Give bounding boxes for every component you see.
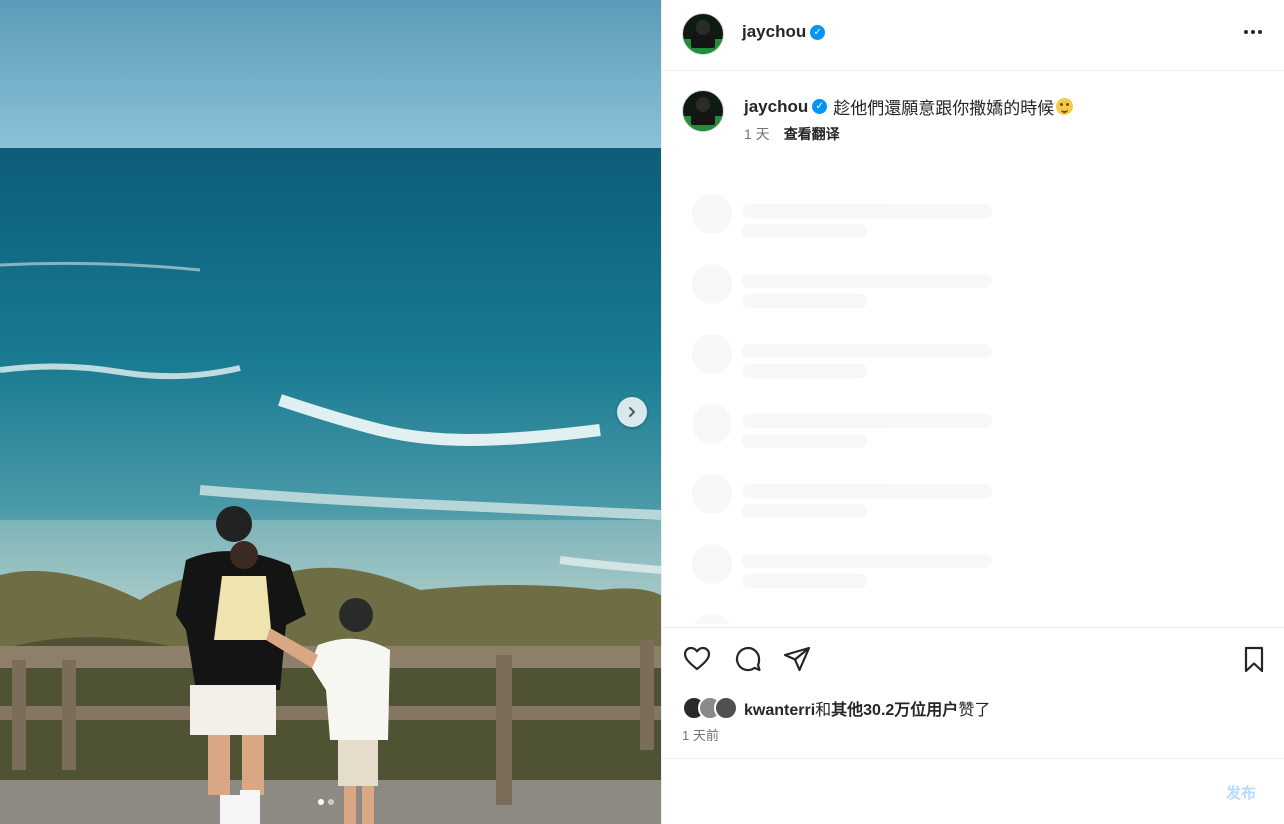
likes-summary[interactable]: kwanterri和其他30.2万位用户赞了 (682, 696, 990, 720)
comment-skeleton (692, 474, 1012, 518)
post-side-panel: jaychou ✓ jaychou ✓ 趁他們還願意跟你撒嬌的時候 1 天 查看… (661, 0, 1284, 824)
comment-skeleton (692, 264, 1012, 308)
next-slide-button[interactable] (617, 397, 647, 427)
post-media (0, 0, 661, 824)
likes-suffix: 赞了 (958, 702, 991, 719)
comment-skeleton (692, 334, 1012, 378)
post-header: jaychou ✓ (662, 0, 1284, 71)
caption-text: 趁他們還願意跟你撒嬌的時候 (833, 99, 1055, 118)
verified-badge-icon: ✓ (812, 99, 828, 114)
relieved-face-emoji-icon (1056, 98, 1074, 115)
carousel-dot-active (318, 799, 324, 805)
translate-link[interactable]: 查看翻译 (784, 124, 840, 144)
author-name-row: jaychou ✓ (742, 22, 826, 42)
author-avatar[interactable] (682, 13, 724, 55)
author-username[interactable]: jaychou (742, 22, 806, 42)
comments-loading-placeholder (662, 186, 1284, 624)
comment-input[interactable] (682, 782, 1082, 804)
likes-text: kwanterri和其他30.2万位用户赞了 (744, 696, 990, 720)
likes-connector: 和 (815, 702, 832, 719)
caption-author-avatar[interactable] (682, 90, 724, 132)
bookmark-icon (1244, 646, 1264, 673)
comment-skeleton (692, 544, 1012, 588)
comment-button[interactable] (733, 644, 763, 674)
comment-skeleton (692, 404, 1012, 448)
caption-line: jaychou ✓ 趁他們還願意跟你撒嬌的時候 (744, 94, 1074, 119)
post-photo (0, 0, 661, 824)
caption-meta: 1 天 查看翻译 (744, 124, 840, 144)
verified-badge-icon: ✓ (810, 24, 826, 40)
carousel-indicator (318, 799, 334, 805)
add-comment-bar: 发布 (662, 760, 1284, 824)
likes-others-count[interactable]: 其他30.2万位用户 (831, 702, 958, 719)
comment-skeleton (692, 194, 1012, 238)
send-icon (783, 646, 811, 672)
post-comment-button[interactable]: 发布 (1226, 782, 1256, 803)
share-button[interactable] (782, 644, 812, 674)
chevron-right-icon (629, 407, 635, 417)
liker-avatar (714, 696, 738, 720)
like-button[interactable] (682, 644, 712, 674)
comment-icon (735, 646, 761, 672)
first-liker-name[interactable]: kwanterri (744, 702, 815, 719)
post-date: 1 天前 (682, 728, 719, 743)
save-button[interactable] (1239, 644, 1269, 674)
heart-icon (683, 646, 711, 671)
comment-skeleton (692, 614, 1012, 624)
caption-username[interactable]: jaychou (744, 97, 808, 117)
caption-age: 1 天 (744, 126, 770, 142)
post-caption: jaychou ✓ 趁他們還願意跟你撒嬌的時候 1 天 查看翻译 (662, 72, 1284, 172)
more-horizontal-icon[interactable] (1244, 30, 1262, 34)
carousel-dot (328, 799, 334, 805)
post-actions: kwanterri和其他30.2万位用户赞了 1 天前 (662, 627, 1284, 759)
